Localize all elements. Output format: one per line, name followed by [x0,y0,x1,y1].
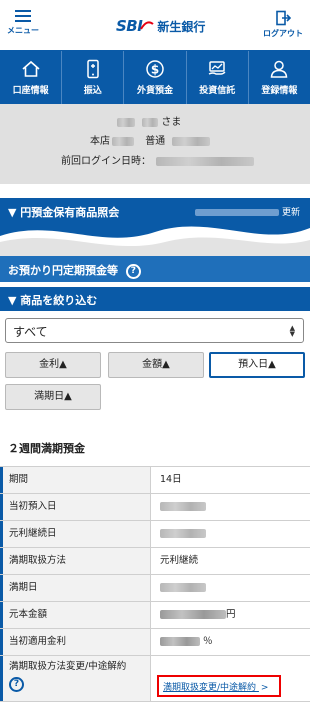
chevron-right-icon: > [260,683,269,693]
select-value: すべて [13,325,48,339]
hamburger-icon [15,10,31,22]
nav-foreign-deposit[interactable]: $ 外貨預金 [124,51,187,104]
house-icon [22,60,40,77]
row-value: 円 [160,602,236,628]
currency-unit: 円 [226,609,236,620]
filter-header[interactable]: ▼ 商品を絞り込む [0,287,310,311]
masked-given-name [142,117,159,127]
person-icon [271,60,288,78]
row-value [160,494,206,520]
sort-interest-button[interactable]: 金利▲ [5,352,101,378]
masked-value [160,637,200,646]
logo-swoosh-icon [140,21,154,30]
main-nav: 口座情報 振込 $ 外貨預金 投資信託 登録情報 [0,50,310,104]
help-icon[interactable]: ? [9,677,24,692]
masked-value [160,502,206,511]
greeting-panel: さま 本店 普通 前回ログイン日時： [0,104,310,184]
change-link-label: 満期取扱変更/中途解約 [163,683,257,693]
row-key: 当初適用金利 [0,629,151,655]
customer-name-row: さま [117,113,181,128]
menu-label: メニュー [7,26,39,35]
holdings-header[interactable]: ▼ 円預金保有商品照会 更新 [0,198,310,224]
logout-button[interactable]: ログアウト [262,10,304,39]
masked-account-number [172,136,211,146]
nav-label: 外貨預金 [137,86,174,96]
honorific: さま [161,117,182,128]
account-type: 普通 [145,136,166,147]
row-key: 当初預入日 [0,494,151,520]
row-key: 満期取扱方法 [0,548,151,574]
account-row: 本店 普通 [90,132,211,147]
dollar-icon: $ [146,60,164,78]
last-login-row: 前回ログイン日時： [61,152,255,167]
masked-last-login [156,156,255,166]
row-value: 元利継続 [160,555,199,566]
update-suffix: 更新 [281,208,300,218]
sort-deposit-date-button[interactable]: 預入日▲ [209,352,305,378]
menu-button[interactable]: メニュー [6,10,40,36]
table-row: 元本金額 円 [0,602,310,629]
filter-title: ▼ 商品を絞り込む [8,294,98,307]
product-title: ２週間満期預金 [8,442,85,455]
top-bar: メニュー SBI 新生銀行 ログアウト [0,0,310,50]
row-value: 14日 [160,474,182,485]
help-icon[interactable]: ? [125,263,141,279]
row-key: 期間 [0,467,151,493]
nav-label: 投資信託 [199,86,236,96]
row-key-text: 満期取扱方法変更/中途解約 [9,661,127,672]
sort-maturity-button[interactable]: 満期日▲ [5,384,101,410]
investment-icon [208,61,226,75]
last-login-label: 前回ログイン日時： [61,156,151,167]
nav-transfer[interactable]: 振込 [62,51,125,104]
masked-surname [117,117,135,127]
table-row: 当初適用金利 ％ [0,629,310,656]
row-key: 満期取扱方法変更/中途解約 ? [0,656,151,701]
logout-icon [276,10,291,26]
deposits-title-wrap: お預かり円定期預金等 ? [8,262,141,279]
update-time: 更新 [195,205,300,218]
row-key: 元本金額 [0,602,151,628]
table-row: 満期取扱方法 元利継続 [0,548,310,575]
product-filter-select[interactable]: すべて ▲ ▼ [5,318,304,343]
masked-value [160,610,226,619]
table-row: 期間 14日 [0,467,310,494]
percent-unit: ％ [203,636,213,647]
wave-divider [0,222,310,258]
svg-text:$: $ [151,63,159,77]
row-value [160,575,206,601]
row-value [160,521,206,547]
nav-label: 振込 [83,86,102,96]
product-detail-table: 期間 14日 当初預入日 元利継続日 満期取扱方法 元利継続 満期日 元本金額 … [0,466,310,702]
logout-label: ログアウト [263,29,303,38]
deposits-header: お預かり円定期預金等 ? [0,256,310,282]
row-key: 満期日 [0,575,151,601]
table-row: 満期日 [0,575,310,602]
nav-label: 登録情報 [261,86,298,96]
nav-investment-trust[interactable]: 投資信託 [187,51,249,104]
select-arrows-icon: ▲ ▼ [289,324,295,338]
bank-logo[interactable]: SBI 新生銀行 [116,16,205,36]
maturity-change-link[interactable]: 満期取扱変更/中途解約 > [163,680,268,693]
nav-registration-info[interactable]: 登録情報 [249,51,310,104]
masked-branch-number [112,136,134,146]
masked-value [160,529,206,538]
change-link-highlight: 満期取扱変更/中途解約 > [157,675,281,697]
sort-amount-button[interactable]: 金額▲ [108,352,204,378]
nav-account-info[interactable]: 口座情報 [0,51,63,104]
deposits-title: お預かり円定期預金等 [8,264,118,277]
row-key: 元利継続日 [0,521,151,547]
phone-transfer-icon [87,59,99,79]
table-row: 当初預入日 [0,494,310,521]
bank-name: 新生銀行 [157,19,206,34]
holdings-title: ▼ 円預金保有商品照会 [8,206,120,219]
nav-label: 口座情報 [12,86,49,96]
branch-label: 本店 [90,136,110,147]
masked-value [160,583,206,592]
masked-update-time [195,209,280,216]
table-row: 元利継続日 [0,521,310,548]
row-value: ％ [160,629,213,655]
logo-sbi-text: SBI [116,17,143,35]
